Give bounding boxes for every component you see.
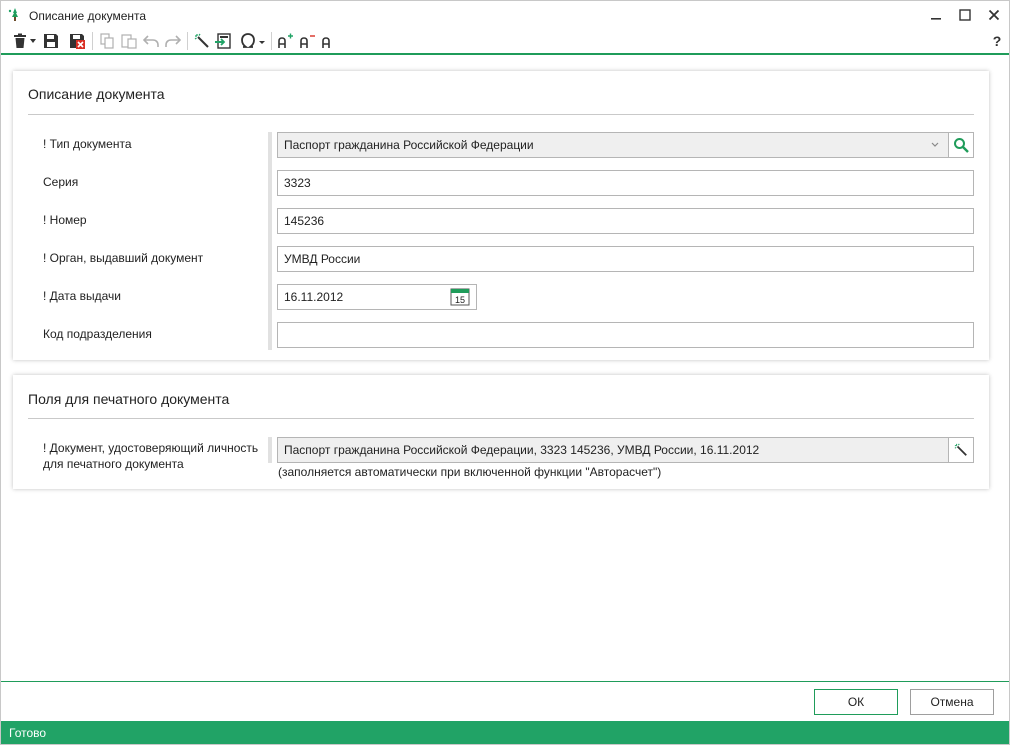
undo-icon (143, 35, 159, 47)
toolbar-separator (187, 32, 188, 50)
identity-doc-label-line2: для печатного документа (43, 457, 184, 471)
identity-doc-value: Паспорт гражданина Российской Федерации,… (284, 443, 760, 457)
save-button[interactable] (41, 30, 61, 52)
chevron-down-icon (931, 142, 939, 147)
series-input[interactable]: 3323 (277, 170, 974, 196)
label-separator-bar (268, 132, 272, 350)
status-bar: Готово (1, 721, 1009, 744)
identity-doc-label: ! Документ, удостоверяющий личность для … (43, 440, 258, 472)
toolbar-separator (92, 32, 93, 50)
doc-type-label: ! Тип документа (43, 137, 132, 151)
minimize-icon (931, 18, 941, 20)
delete-icon (14, 33, 26, 48)
redo-button[interactable] (163, 30, 183, 52)
import-button[interactable] (213, 30, 233, 52)
cancel-button[interactable]: Отмена (910, 689, 994, 715)
save-close-icon (70, 34, 85, 49)
font-normal-button[interactable] (319, 30, 335, 52)
title-bar: Описание документа (1, 1, 1009, 29)
help-icon: ? (992, 33, 1002, 49)
font-decrease-button[interactable] (297, 30, 317, 52)
section-title: Поля для печатного документа (28, 391, 230, 407)
magic-wand-icon (954, 443, 967, 456)
series-value: 3323 (284, 176, 311, 190)
number-label: ! Номер (43, 213, 87, 227)
issue-date-label: ! Дата выдачи (43, 289, 121, 303)
font-normal-icon (322, 37, 330, 48)
symbol-button[interactable] (239, 30, 267, 52)
close-button[interactable] (979, 1, 1009, 29)
undo-button[interactable] (141, 30, 161, 52)
issuer-label: ! Орган, выдавший документ (43, 251, 204, 265)
app-logo-icon (8, 8, 18, 21)
calendar-icon[interactable]: 15 (450, 288, 470, 306)
toolbar-separator (271, 32, 272, 50)
delete-dropdown-button[interactable] (29, 30, 37, 52)
number-input[interactable]: 145236 (277, 208, 974, 234)
section-divider (28, 418, 974, 419)
section-print-fields: Поля для печатного документа ! Документ,… (13, 375, 989, 489)
maximize-icon (959, 9, 971, 21)
window-title: Описание документа (29, 9, 147, 23)
maximize-button[interactable] (950, 1, 980, 29)
status-text: Готово (9, 725, 47, 740)
identity-doc-input[interactable]: Паспорт гражданина Российской Федерации,… (277, 437, 949, 463)
doc-type-select[interactable]: Паспорт гражданина Российской Федерации (277, 132, 949, 158)
omega-symbol-icon (241, 33, 265, 48)
dropdown-arrow-icon (30, 39, 36, 43)
save-icon (44, 34, 58, 48)
save-close-button[interactable] (67, 30, 87, 52)
dialog-window: Описание документа ? Описание документа … (0, 0, 1010, 745)
issuer-input[interactable]: УМВД России (277, 246, 974, 272)
paste-icon (121, 34, 137, 49)
identity-doc-autocalc-button[interactable] (948, 437, 974, 463)
search-icon (954, 138, 969, 153)
section-title: Описание документа (28, 86, 165, 102)
font-increase-button[interactable] (275, 30, 295, 52)
minimize-button[interactable] (921, 1, 951, 29)
copy-button[interactable] (97, 30, 117, 52)
import-icon (215, 33, 231, 49)
division-code-label: Код подразделения (43, 327, 152, 341)
number-value: 145236 (284, 214, 325, 228)
series-label: Серия (43, 175, 79, 189)
section-divider (28, 114, 974, 115)
doc-type-value: Паспорт гражданина Российской Федерации (284, 138, 534, 152)
autocalc-hint: (заполняется автоматически при включенно… (278, 465, 662, 479)
issuer-value: УМВД России (284, 252, 361, 266)
delete-button[interactable] (11, 30, 29, 52)
label-separator-bar (268, 437, 272, 463)
help-button[interactable]: ? (989, 30, 1005, 52)
font-increase-icon (278, 33, 293, 48)
content-area: Описание документа ! Тип документа Паспо… (1, 55, 1009, 681)
toolbar: ? (1, 29, 1009, 53)
identity-doc-label-line1: ! Документ, удостоверяющий личность (43, 441, 259, 455)
issue-date-input[interactable]: 16.11.2012 (277, 284, 477, 310)
calendar-day-number: 15 (455, 295, 465, 305)
section-document-description: Описание документа ! Тип документа Паспо… (13, 71, 989, 360)
ok-button[interactable]: ОК (814, 689, 898, 715)
doc-type-search-button[interactable] (948, 132, 974, 158)
paste-button[interactable] (119, 30, 139, 52)
footer-accent-line (1, 681, 1009, 682)
division-code-input[interactable] (277, 322, 974, 348)
autocalc-button[interactable] (192, 30, 212, 52)
copy-icon (100, 33, 114, 49)
font-decrease-icon (300, 35, 315, 48)
magic-wand-icon (194, 33, 209, 48)
issue-date-value: 16.11.2012 (284, 290, 344, 304)
close-icon (988, 9, 1000, 21)
redo-icon (165, 35, 181, 47)
